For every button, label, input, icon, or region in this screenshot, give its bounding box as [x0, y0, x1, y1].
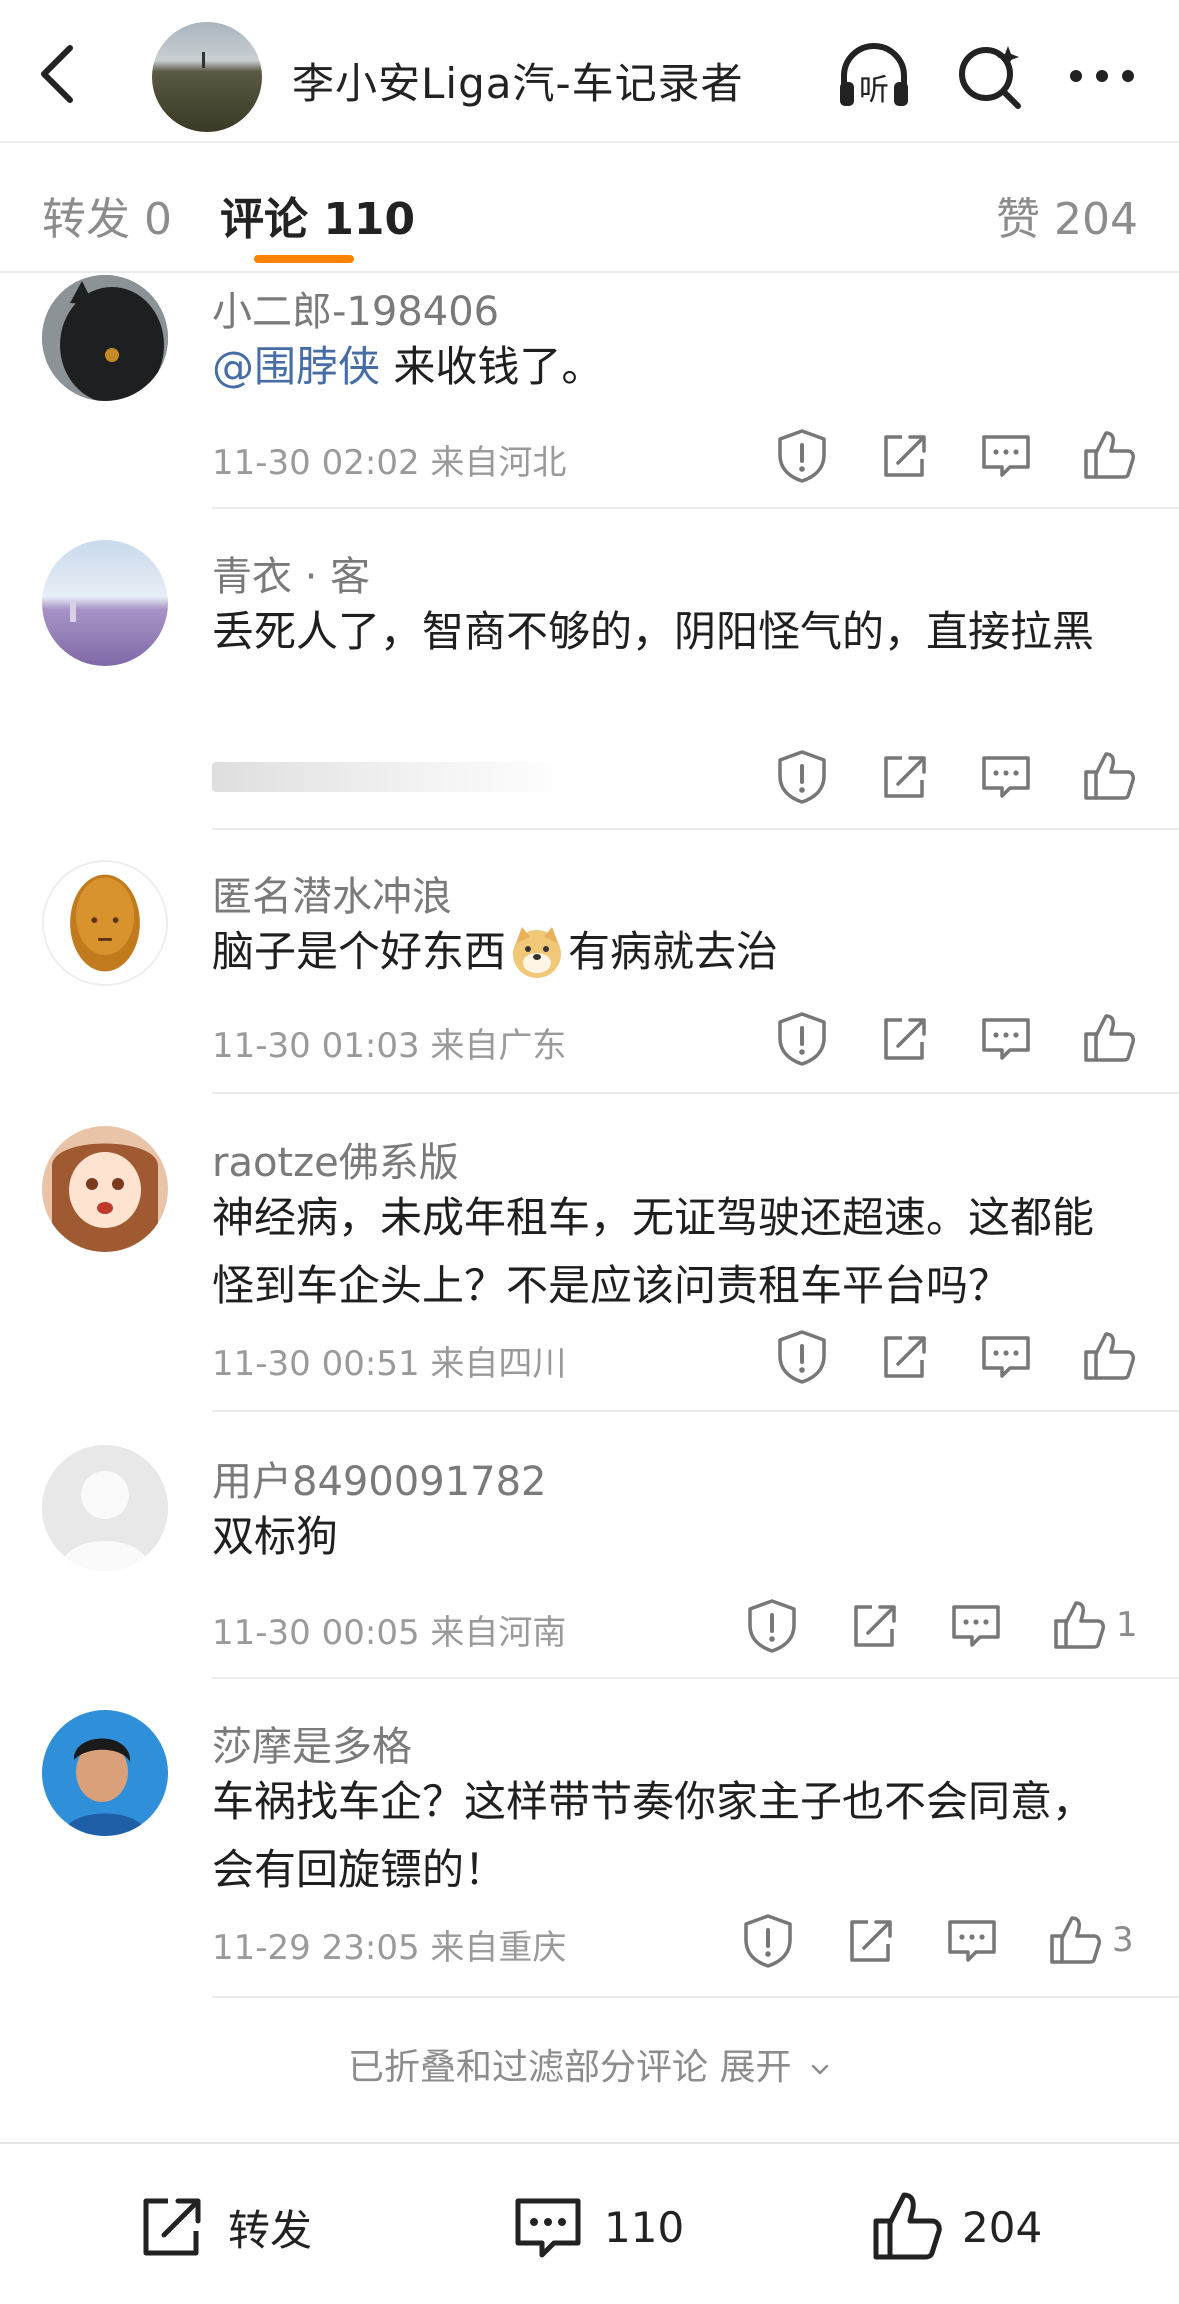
divider	[212, 1092, 1179, 1094]
avatar[interactable]	[42, 1710, 168, 1836]
share-icon[interactable]	[874, 746, 934, 806]
reply-icon[interactable]	[976, 1326, 1036, 1386]
tab-comments[interactable]: 评论 110	[220, 183, 415, 247]
share-icon[interactable]	[840, 1910, 900, 1970]
comment-text-part: 脑子是个好东西	[212, 927, 507, 976]
comment-meta: 11-30 00:05 来自河南	[212, 1613, 567, 1653]
report-icon[interactable]	[772, 425, 832, 485]
avatar[interactable]	[42, 275, 168, 401]
share-icon[interactable]	[874, 425, 934, 485]
report-icon[interactable]	[738, 1910, 798, 1970]
repost-label: 转发	[228, 2205, 313, 2255]
folded-comments-bar[interactable]: 已折叠和过滤部分评论 展开	[0, 2038, 1179, 2090]
thumb-up-icon[interactable]	[1078, 1326, 1138, 1386]
share-icon[interactable]	[874, 1008, 934, 1068]
comment-username[interactable]: 匿名潜水冲浪	[212, 864, 452, 922]
thumb-up-icon[interactable]	[1078, 425, 1138, 485]
page-title[interactable]: 李小安Liga汽-车记录者	[292, 50, 744, 111]
thumb-up-icon[interactable]	[1048, 1595, 1108, 1655]
share-icon[interactable]	[844, 1595, 904, 1655]
comment-username[interactable]: 莎摩是多格	[212, 1714, 412, 1772]
avatar[interactable]	[42, 1445, 168, 1571]
comment-text: 车祸找车企？这样带节奏你家主子也不会同意，会有回旋镖的！	[212, 1777, 1095, 1894]
thumb-up-icon[interactable]	[1078, 746, 1138, 806]
reply-icon[interactable]	[976, 746, 1036, 806]
more-icon[interactable]	[1060, 34, 1144, 118]
expand-link[interactable]: 展开	[720, 2047, 792, 2088]
comment-text-part: 有病就去治	[568, 927, 779, 976]
comment-meta: 11-29 23:05 来自重庆	[212, 1928, 567, 1968]
comment-text: 丢死人了，智商不够的，阴阳怪气的，直接拉黑	[212, 607, 1095, 656]
comment-username[interactable]: 小二郎-198406	[212, 279, 499, 337]
repost-button[interactable]: 转发	[132, 2182, 312, 2272]
headphones-icon[interactable]: 听	[832, 34, 916, 118]
like-count: 3	[1112, 1920, 1134, 1960]
search-icon[interactable]	[948, 34, 1032, 118]
bottom-action-bar: 转发 110 204	[0, 2142, 1179, 2304]
report-icon[interactable]	[742, 1595, 802, 1655]
divider	[212, 828, 1179, 830]
divider	[212, 1410, 1179, 1412]
divider	[212, 1996, 1179, 1998]
comment-text-body: 来收钱了。	[380, 342, 604, 391]
report-icon[interactable]	[772, 1326, 832, 1386]
author-avatar[interactable]	[152, 22, 262, 132]
like-count-total: 204	[962, 2202, 1043, 2252]
comment-username[interactable]: raotze佛系版	[212, 1130, 459, 1188]
comment-icon	[515, 2198, 581, 2258]
comment-button[interactable]: 110	[508, 2182, 684, 2272]
comment-text: @围脖侠 来收钱了。	[212, 333, 1122, 401]
doge-emoji-icon	[513, 927, 562, 978]
comment-count: 110	[604, 2202, 685, 2252]
comment-text: 脑子是个好东西 有病就去治	[212, 918, 1122, 986]
back-arrow-icon[interactable]	[28, 38, 88, 110]
share-icon[interactable]	[874, 1326, 934, 1386]
reply-icon[interactable]	[946, 1595, 1006, 1655]
chevron-down-icon	[811, 2064, 829, 2075]
avatar[interactable]	[42, 860, 168, 986]
tab-likes[interactable]: 赞 204	[996, 183, 1138, 247]
active-tab-indicator	[254, 255, 354, 263]
avatar[interactable]	[42, 540, 168, 666]
blurred-meta	[212, 762, 552, 792]
comment-text: 神经病，未成年租车，无证驾驶还超速。这都能怪到车企头上？不是应该问责租车平台吗？	[212, 1193, 1095, 1310]
tab-bar: 转发 0 评论 110 赞 204	[0, 143, 1179, 273]
comment-meta: 11-30 02:02 来自河北	[212, 443, 567, 483]
comment-meta: 11-30 01:03 来自广东	[212, 1026, 567, 1066]
report-icon[interactable]	[772, 1008, 832, 1068]
avatar[interactable]	[42, 1126, 168, 1252]
report-icon[interactable]	[772, 746, 832, 806]
tab-repost[interactable]: 转发 0	[42, 183, 172, 247]
thumb-up-icon[interactable]	[1044, 1910, 1104, 1970]
top-nav-bar: 李小安Liga汽-车记录者 听	[0, 0, 1179, 143]
reply-icon[interactable]	[942, 1910, 1002, 1970]
comment-meta: 11-30 00:51 来自四川	[212, 1344, 567, 1384]
thumb-up-icon[interactable]	[1078, 1008, 1138, 1068]
folded-text: 已折叠和过滤部分评论	[348, 2047, 709, 2088]
svg-text:听: 听	[859, 73, 889, 108]
divider	[212, 1677, 1179, 1679]
divider	[212, 507, 1179, 509]
mention-link[interactable]: @围脖侠	[212, 342, 380, 391]
share-icon	[143, 2198, 201, 2256]
comment-text: 双标狗	[212, 1512, 339, 1561]
comment-username[interactable]: 用户8490091782	[212, 1449, 547, 1507]
thumb-up-icon	[873, 2192, 942, 2260]
like-count: 1	[1116, 1605, 1138, 1645]
comment-username[interactable]: 青衣 · 客	[212, 544, 370, 602]
reply-icon[interactable]	[976, 1008, 1036, 1068]
like-button[interactable]: 204	[866, 2182, 1042, 2272]
reply-icon[interactable]	[976, 425, 1036, 485]
